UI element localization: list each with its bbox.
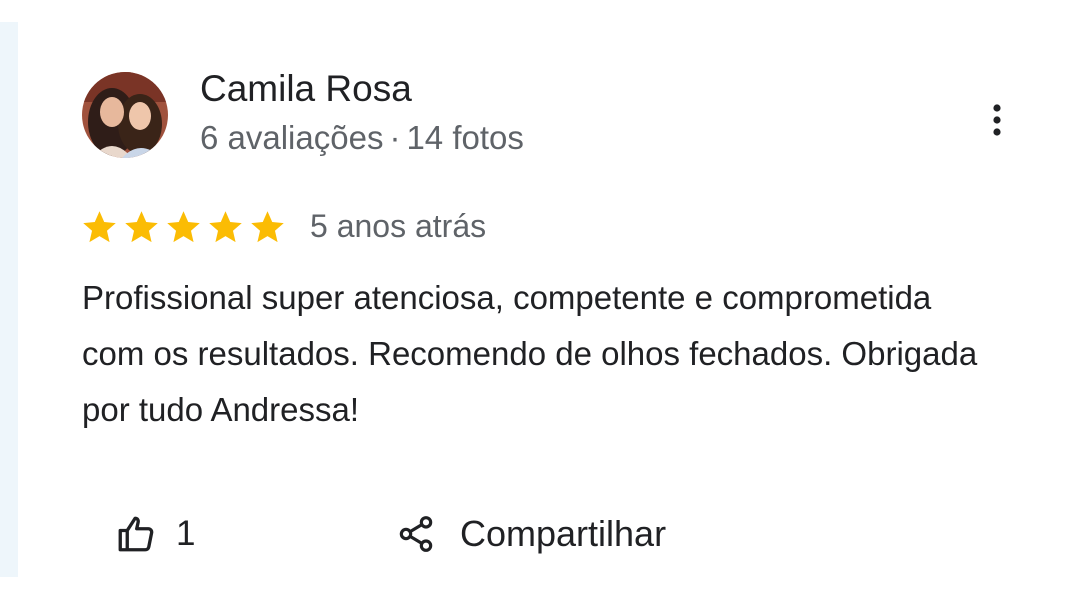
share-label: Compartilhar [460, 513, 667, 554]
review-age: 5 anos atrás [310, 208, 487, 244]
more-vert-icon [993, 104, 1001, 136]
reviewer-name[interactable]: Camila Rosa [200, 68, 412, 110]
star-icon [167, 210, 200, 242]
more-options-button[interactable] [980, 96, 1014, 144]
meta-separator: · [389, 119, 401, 156]
star-rating [80, 204, 287, 250]
reviewer-stats: 6 avaliações · 14 fotos [200, 119, 524, 157]
star-icon [209, 210, 242, 242]
star-icon [251, 210, 284, 242]
like-count: 1 [176, 514, 196, 553]
photos-count: 14 fotos [406, 119, 524, 156]
review-text: Profissional super atenciosa, competente… [82, 279, 978, 428]
share-button[interactable]: Compartilhar [396, 506, 666, 562]
star-icon [83, 210, 116, 242]
avatar-photo [82, 72, 168, 158]
thumb-up-icon [118, 516, 154, 552]
like-button[interactable]: 1 [114, 506, 195, 562]
avatar[interactable] [82, 72, 168, 158]
review-card: Camila Rosa 6 avaliações · 14 fotos 5 anos… [18, 0, 1080, 577]
star-icon [125, 210, 158, 242]
share-icon [399, 516, 433, 552]
left-panel-edge [0, 22, 18, 577]
bottom-spacer [0, 577, 1080, 600]
reviews-count: 6 avaliações [200, 119, 384, 156]
